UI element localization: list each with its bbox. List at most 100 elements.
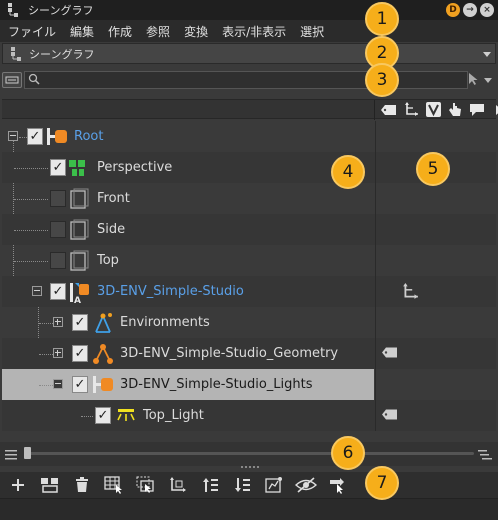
row-attributes <box>375 369 496 400</box>
select-cursor-dropdown[interactable] <box>467 72 492 89</box>
menu-reference[interactable]: 参照 <box>146 23 170 40</box>
menu-show-hide[interactable]: 表示/非表示 <box>222 23 286 40</box>
collapse-toggle[interactable] <box>53 379 63 389</box>
tree-row[interactable]: 3D-ENV_Simple-Studio_Geometry <box>2 338 496 369</box>
callout-badge: 4 <box>331 155 365 189</box>
group-node-icon <box>92 374 114 396</box>
transform-axes-icon[interactable] <box>402 102 420 117</box>
callout-badge: 5 <box>416 152 450 186</box>
node-label: Environments <box>120 315 210 330</box>
menu-create[interactable]: 作成 <box>108 23 132 40</box>
tree-row[interactable]: Root <box>2 121 496 152</box>
tag-icon[interactable] <box>380 102 398 117</box>
search-field[interactable] <box>24 71 468 89</box>
asset-reference-icon: A <box>69 281 91 306</box>
tag-icon[interactable] <box>382 409 398 421</box>
collapse-toggle[interactable] <box>8 131 18 141</box>
visibility-checkbox[interactable] <box>50 159 66 176</box>
resize-grip[interactable] <box>241 466 259 468</box>
scene-selector-dropdown[interactable]: シーングラフ <box>2 43 496 64</box>
visibility-checkbox[interactable] <box>50 252 66 269</box>
transform-axes-icon[interactable] <box>402 283 419 303</box>
select-grid-icon[interactable] <box>102 474 126 496</box>
node-label: Side <box>97 222 126 237</box>
node-label: 3D-ENV_Simple-Studio_Lights <box>120 377 313 392</box>
tag-icon[interactable] <box>382 347 398 359</box>
node-label: 3D-ENV_Simple-Studio_Geometry <box>120 346 339 361</box>
visibility-checkbox[interactable] <box>95 407 111 424</box>
scene-graph-icon <box>4 1 22 19</box>
search-icon <box>28 73 40 88</box>
light-node-icon <box>115 405 137 427</box>
bottom-toolbar <box>0 472 498 498</box>
slider-track[interactable] <box>28 452 474 455</box>
menu-file[interactable]: ファイル <box>8 23 56 40</box>
expand-toggle[interactable] <box>53 348 63 358</box>
column-header <box>2 99 498 120</box>
tree-row[interactable]: 3D-ENV_Simple-Studio_Lights <box>2 369 496 400</box>
list-compact-icon[interactable] <box>5 449 17 463</box>
move-down-icon[interactable] <box>230 474 254 496</box>
visibility-checkbox[interactable] <box>72 314 88 331</box>
select-region-icon[interactable] <box>134 474 158 496</box>
visibility-checkbox[interactable] <box>72 345 88 362</box>
collapse-toggle[interactable] <box>32 286 42 296</box>
search-input[interactable] <box>43 73 467 87</box>
pick-select-icon[interactable] <box>326 474 350 496</box>
expand-toggle[interactable] <box>53 317 63 327</box>
visibility-checkbox[interactable] <box>27 128 43 145</box>
menu-edit[interactable]: 編集 <box>70 23 94 40</box>
tree-guide-line <box>14 168 48 169</box>
row-attributes <box>375 183 496 214</box>
visibility-checkbox[interactable] <box>72 376 88 393</box>
tree-guide-line <box>14 261 48 262</box>
geometry-node-icon <box>92 343 114 365</box>
row-attributes <box>375 214 496 245</box>
float-button[interactable]: → <box>463 3 477 17</box>
visibility-checkbox[interactable] <box>50 190 66 207</box>
slider-thumb[interactable] <box>24 447 31 459</box>
list-expanded-icon[interactable] <box>478 449 492 463</box>
chevron-down-icon[interactable] <box>483 52 491 57</box>
tree-guide-line <box>19 137 27 138</box>
hand-pointer-icon[interactable] <box>446 102 464 117</box>
menu-select[interactable]: 選択 <box>300 23 324 40</box>
node-label: Perspective <box>97 160 173 175</box>
window-title: シーングラフ <box>28 4 94 17</box>
filter-icon[interactable] <box>2 72 22 88</box>
menu-transform[interactable]: 変換 <box>184 23 208 40</box>
tree-row[interactable]: Side <box>2 214 496 245</box>
trash-icon[interactable] <box>70 474 94 496</box>
environment-node-icon <box>92 312 114 334</box>
tree-guide-line <box>14 230 48 231</box>
tree-row[interactable]: Top_Light <box>2 400 496 431</box>
close-button[interactable]: × <box>480 3 494 17</box>
dock-button[interactable]: D <box>446 3 460 17</box>
hide-eye-icon[interactable] <box>294 474 318 496</box>
chevron-right-icon[interactable] <box>490 102 498 117</box>
tree-guide-line <box>81 416 93 417</box>
row-attributes <box>375 276 496 307</box>
add-icon[interactable] <box>6 474 30 496</box>
speech-bubble-icon[interactable] <box>468 102 486 117</box>
scene-graph-icon <box>7 45 25 63</box>
status-bar <box>0 498 498 520</box>
tree-row[interactable]: A 3D-ENV_Simple-Studio <box>2 276 496 307</box>
svg-text:A: A <box>74 296 81 305</box>
graph-view-icon[interactable] <box>262 474 286 496</box>
node-label: 3D-ENV_Simple-Studio <box>97 284 244 299</box>
camera-perspective-icon <box>68 157 90 179</box>
tree-guide-line <box>14 199 48 200</box>
tree-row[interactable]: Front <box>2 183 496 214</box>
visibility-v-icon[interactable] <box>424 102 442 117</box>
visibility-checkbox[interactable] <box>50 221 66 238</box>
tree-row[interactable]: Environments <box>2 307 496 338</box>
chevron-down-icon <box>484 78 492 83</box>
move-transform-icon[interactable] <box>166 474 190 496</box>
group-nodes-icon[interactable] <box>38 474 62 496</box>
move-up-icon[interactable] <box>198 474 222 496</box>
node-label: Root <box>74 129 104 144</box>
visibility-checkbox[interactable] <box>50 283 66 300</box>
tree-row[interactable]: Top <box>2 245 496 276</box>
column-divider[interactable] <box>374 100 375 120</box>
